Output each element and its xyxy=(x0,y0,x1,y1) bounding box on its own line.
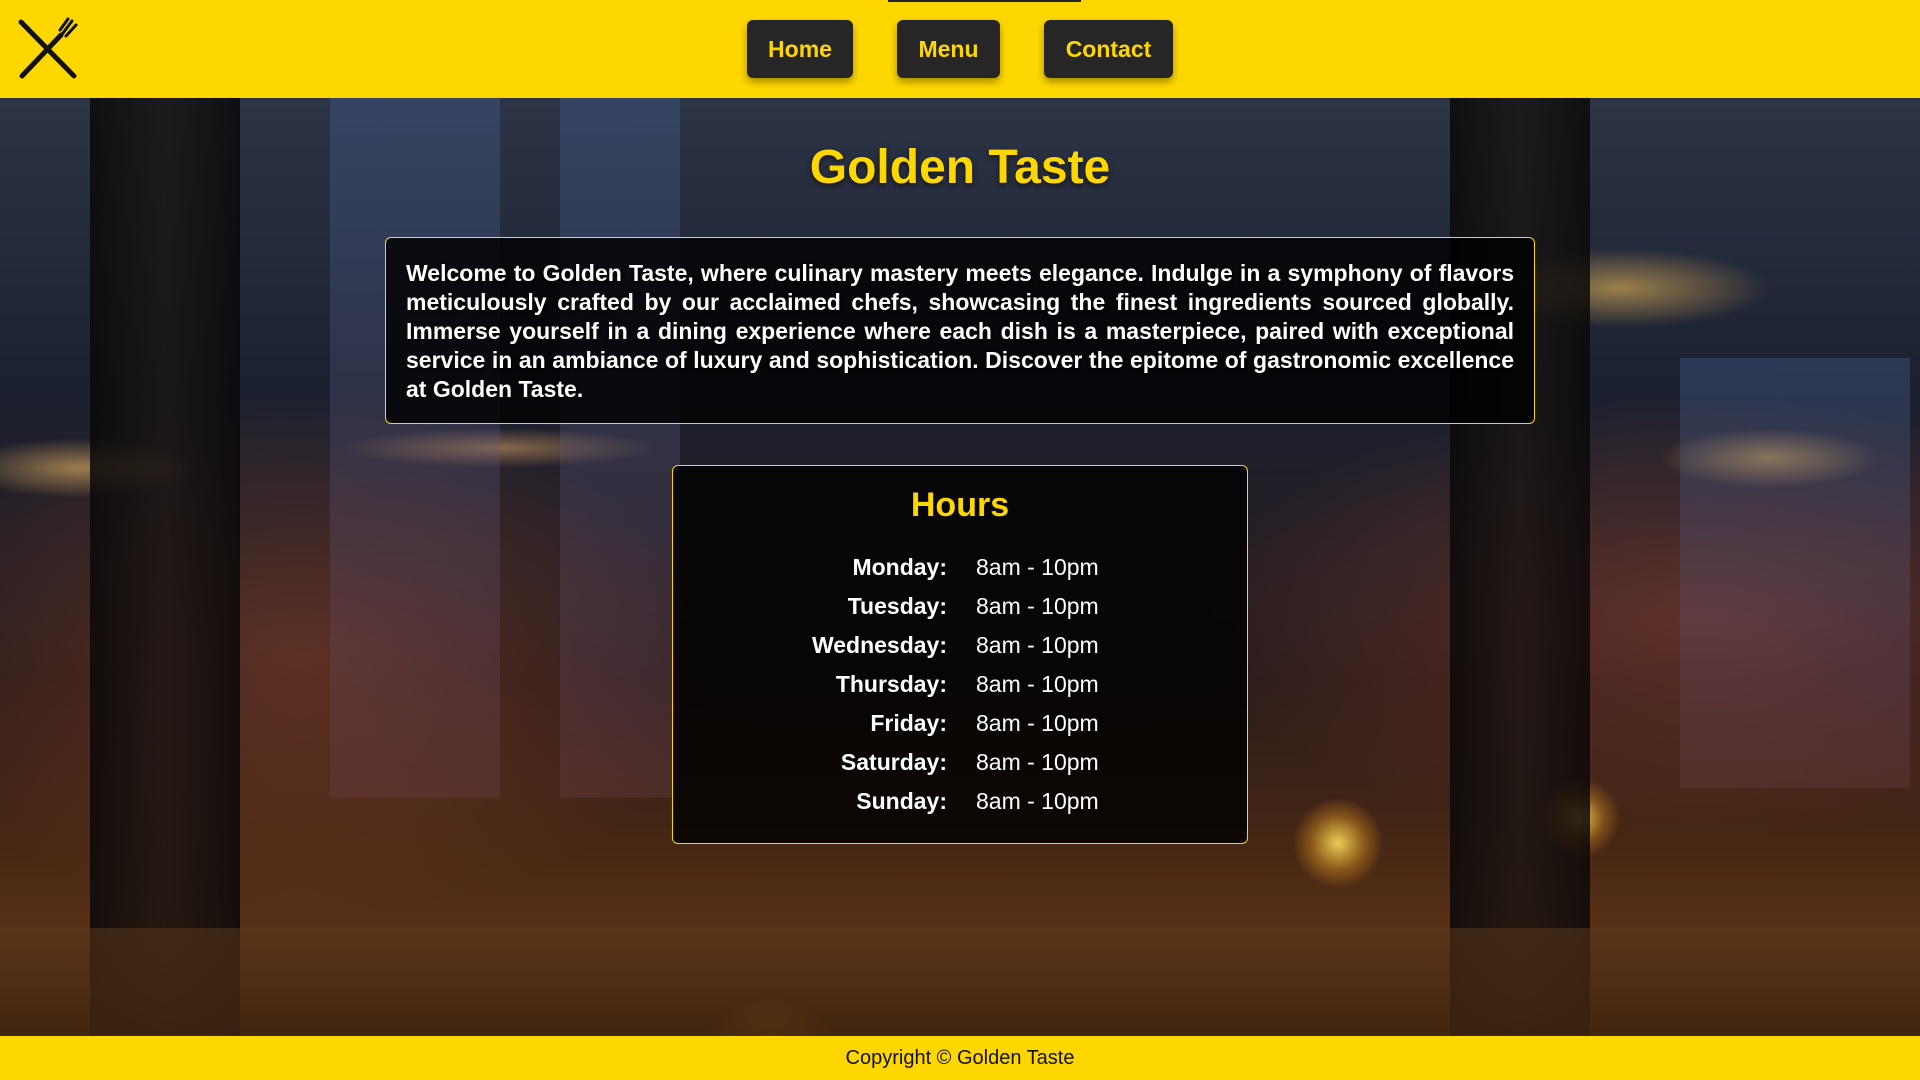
main-nav: Home Menu Contact xyxy=(0,20,1920,78)
hours-time: 8am - 10pm xyxy=(976,632,1099,658)
nav-contact-label: Contact xyxy=(1065,35,1152,62)
hours-row: Sunday: 8am - 10pm xyxy=(673,788,1247,827)
background-window xyxy=(560,98,680,798)
nav-menu-button[interactable]: Menu xyxy=(897,20,1000,78)
hours-day: Friday: xyxy=(870,710,947,736)
hours-day: Sunday: xyxy=(856,788,947,814)
hours-list: Monday: 8am - 10pm Tuesday: 8am - 10pm W… xyxy=(673,554,1247,827)
background-pillar xyxy=(90,98,240,1036)
hours-time: 8am - 10pm xyxy=(976,554,1099,580)
hours-day: Thursday: xyxy=(835,671,947,697)
hours-row: Thursday: 8am - 10pm xyxy=(673,671,1247,710)
background-window xyxy=(1680,358,1910,788)
top-indicator-line xyxy=(888,0,1081,2)
footer-copyright: Copyright © Golden Taste xyxy=(845,1046,1075,1069)
hours-row: Monday: 8am - 10pm xyxy=(673,554,1247,593)
hours-row: Friday: 8am - 10pm xyxy=(673,710,1247,749)
hours-panel: Hours Monday: 8am - 10pm Tuesday: 8am - … xyxy=(672,465,1248,844)
hours-day: Tuesday: xyxy=(847,593,947,619)
hours-day: Saturday: xyxy=(840,749,947,775)
hours-time: 8am - 10pm xyxy=(976,749,1099,775)
hours-time: 8am - 10pm xyxy=(976,671,1099,697)
site-footer: Copyright © Golden Taste xyxy=(0,1036,1920,1080)
nav-contact-button[interactable]: Contact xyxy=(1044,20,1173,78)
hours-time: 8am - 10pm xyxy=(976,788,1099,814)
hours-day: Monday: xyxy=(852,554,947,580)
background-window xyxy=(330,98,500,798)
hours-time: 8am - 10pm xyxy=(976,593,1099,619)
nav-menu-label: Menu xyxy=(918,35,979,62)
site-header: Home Menu Contact xyxy=(0,0,1920,98)
hours-row: Wednesday: 8am - 10pm xyxy=(673,632,1247,671)
hours-title: Hours xyxy=(910,486,1010,524)
nav-home-label: Home xyxy=(768,35,832,62)
hours-row: Tuesday: 8am - 10pm xyxy=(673,593,1247,632)
intro-text: Welcome to Golden Taste, where culinary … xyxy=(406,260,1514,402)
hours-day: Wednesday: xyxy=(811,632,947,658)
intro-panel: Welcome to Golden Taste, where culinary … xyxy=(385,237,1535,424)
page-title: Golden Taste xyxy=(809,141,1111,194)
background-table xyxy=(0,928,1920,1036)
nav-home-button[interactable]: Home xyxy=(747,20,853,78)
hours-row: Saturday: 8am - 10pm xyxy=(673,749,1247,788)
hours-time: 8am - 10pm xyxy=(976,710,1099,736)
